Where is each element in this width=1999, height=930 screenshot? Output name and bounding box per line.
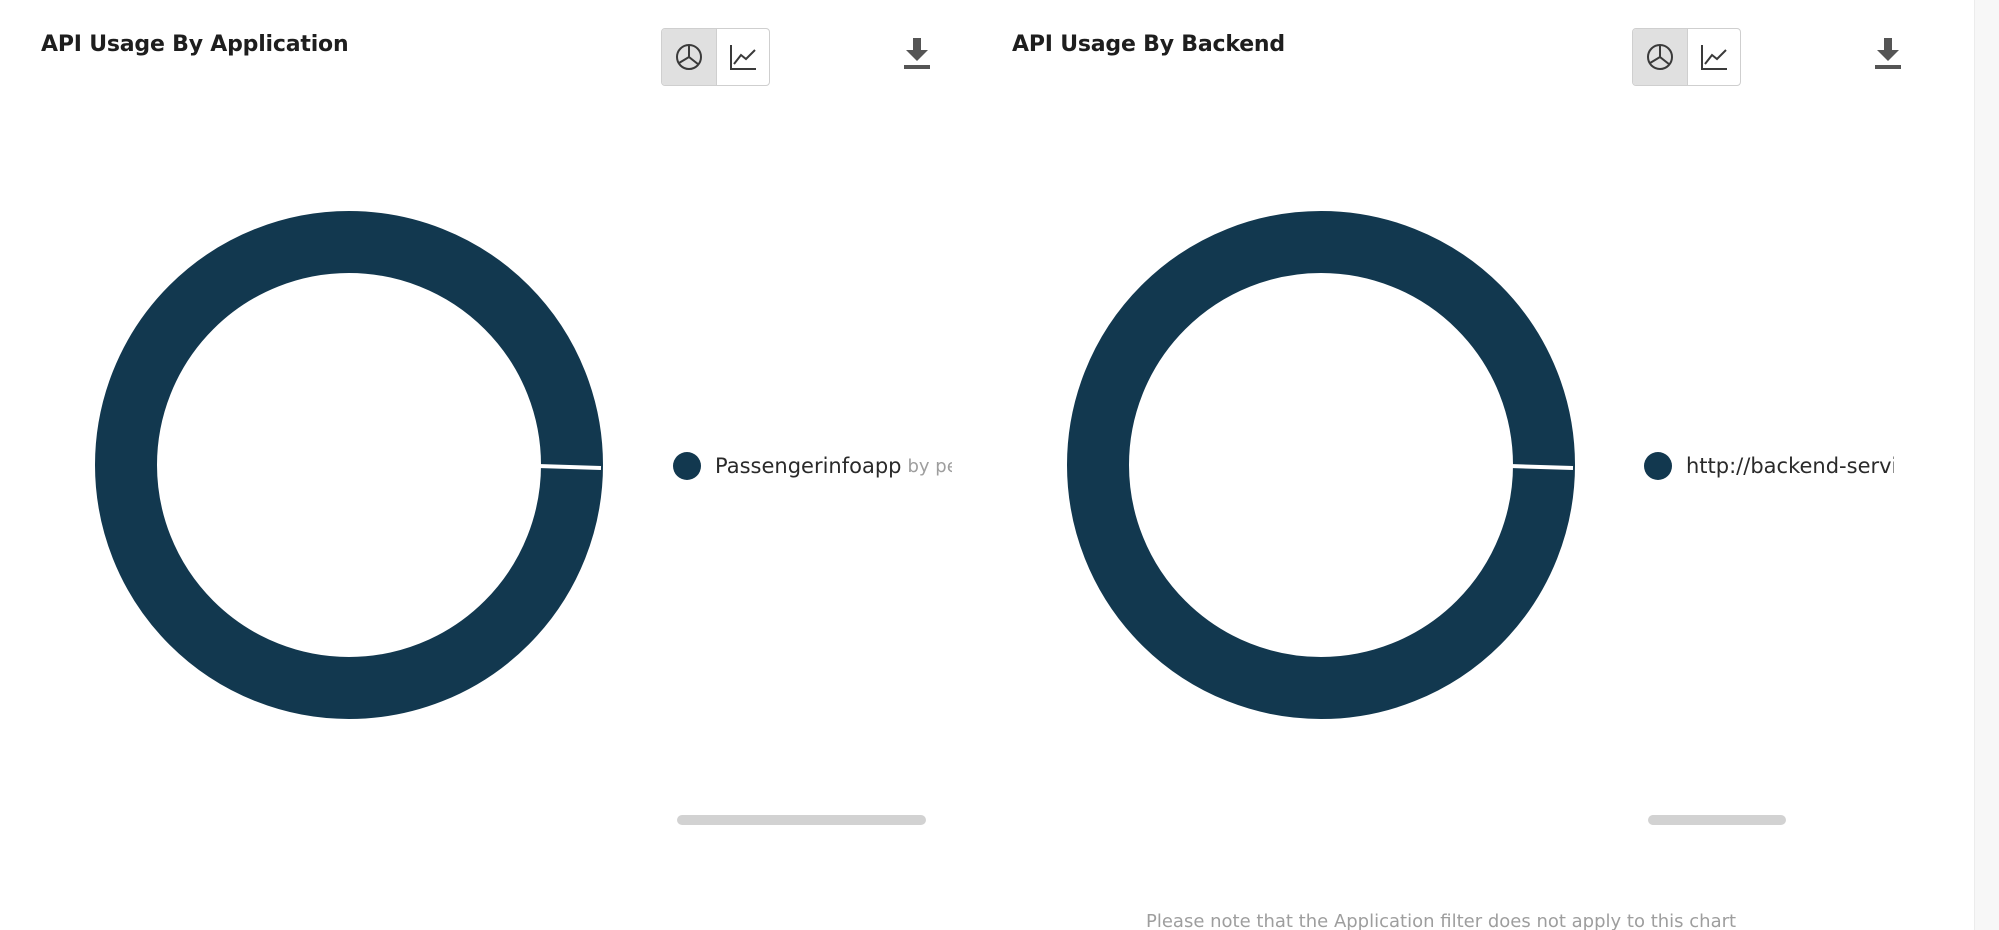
donut-slice[interactable] xyxy=(95,211,603,719)
legend-item[interactable]: Passengerinfoapp by pe xyxy=(673,450,952,482)
pie-chart-toggle-button[interactable] xyxy=(662,29,716,85)
legend-dot xyxy=(1644,452,1672,480)
legend-label: Passengerinfoapp xyxy=(715,454,902,478)
pie-chart-icon xyxy=(1646,44,1673,70)
pie-chart-toggle-button[interactable] xyxy=(1633,29,1687,85)
legend-scrollbar[interactable] xyxy=(677,815,926,825)
panel-title: API Usage By Application xyxy=(41,32,349,57)
legend-scrollbar[interactable] xyxy=(1648,815,1786,825)
slice-separator xyxy=(1509,464,1574,470)
legend-item[interactable]: http://backend-service xyxy=(1644,450,1894,482)
download-icon xyxy=(904,38,930,69)
legend-label: http://backend-service xyxy=(1686,454,1894,478)
legend-dot xyxy=(673,452,701,480)
line-chart-toggle-button[interactable] xyxy=(715,29,770,85)
app-usage-panel: API Usage By Application Passengerinfoap… xyxy=(0,0,970,930)
line-chart-toggle-button[interactable] xyxy=(1686,29,1741,85)
backend-usage-panel: API Usage By Backend http://backend-serv… xyxy=(970,0,1940,930)
slice-separator xyxy=(537,464,602,470)
page-scrollbar[interactable] xyxy=(1974,0,1999,930)
donut-slice[interactable] xyxy=(1067,211,1575,719)
download-button[interactable] xyxy=(899,33,935,73)
chart-type-toggle xyxy=(661,28,770,86)
dashboard-page: API Usage By Application Passengerinfoap… xyxy=(0,0,1999,930)
line-chart-icon xyxy=(729,45,756,70)
pie-chart-icon xyxy=(675,44,702,70)
chart-type-toggle xyxy=(1632,28,1741,86)
download-icon xyxy=(1875,38,1901,69)
panel-title: API Usage By Backend xyxy=(1012,32,1285,57)
donut-chart xyxy=(95,211,603,719)
donut-chart xyxy=(1067,211,1575,719)
legend-owner: by pe xyxy=(907,455,953,477)
line-chart-icon xyxy=(1700,45,1727,70)
filter-note: Please note that the Application filter … xyxy=(1146,911,1737,930)
download-button[interactable] xyxy=(1870,33,1906,73)
